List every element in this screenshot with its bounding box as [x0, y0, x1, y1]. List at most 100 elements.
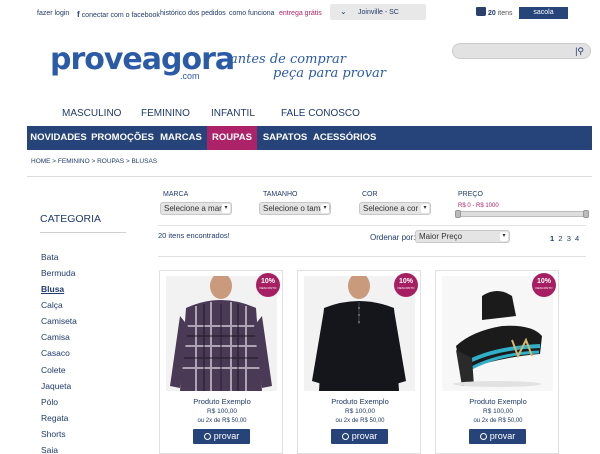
slogan-line-2: peça para provar: [273, 66, 387, 81]
filter-size-select[interactable]: Selecione o tamanho ▾: [259, 202, 331, 215]
city-selector[interactable]: ⌄ Joinville - SC: [330, 4, 426, 20]
divider: [40, 232, 126, 233]
chevron-down-icon: ▾: [222, 204, 230, 213]
try-on-label: provar: [351, 431, 378, 441]
main-nav-roupas[interactable]: ROUPAS: [207, 126, 257, 150]
product-price: R$ 100,00: [207, 408, 237, 415]
chevron-down-icon: ⌄: [340, 7, 347, 16]
product-card[interactable]: 10% DESCONTO Produto Exemplo R$ 100,00 o…: [297, 270, 421, 454]
sidebar-item-colete[interactable]: Colete: [41, 365, 66, 375]
main-nav-novidades[interactable]: NOVIDADES: [27, 126, 90, 150]
nav-fale-conosco[interactable]: FALE CONOSCO: [281, 108, 360, 119]
price-min-handle[interactable]: [455, 210, 461, 218]
product-name[interactable]: Produto Exemplo: [436, 397, 560, 406]
sidebar-item-calca[interactable]: Calça: [41, 300, 63, 310]
free-shipping-link[interactable]: entrega grátis: [279, 10, 322, 17]
location-pin-icon: [203, 433, 211, 440]
sort-label: Ordenar por:: [370, 233, 416, 242]
site-logo[interactable]: proveagora: [50, 42, 235, 77]
main-nav-sapatos[interactable]: SAPATOS: [257, 126, 313, 150]
chevron-down-icon: ▾: [321, 204, 329, 213]
product-installments: ou 2x de R$ 50,00: [473, 418, 523, 424]
chevron-down-icon: ▾: [421, 204, 429, 213]
cart-summary[interactable]: 20 itens: [476, 7, 513, 17]
main-nav-marcas[interactable]: MARCAS: [155, 126, 207, 150]
cart-count: 20: [488, 10, 496, 17]
how-it-works-link[interactable]: como funciona: [229, 10, 275, 17]
try-on-label: provar: [213, 431, 240, 441]
discount-badge: 10% DESCONTO: [394, 273, 418, 297]
top-bar: fazer login f conectar com o facebook his…: [0, 0, 600, 24]
sidebar-item-saia[interactable]: Saia: [41, 445, 58, 454]
pagination: 1 2 3 4: [550, 234, 579, 243]
sidebar-item-camisa[interactable]: Camisa: [41, 332, 70, 342]
search-input[interactable]: |⚲: [452, 43, 591, 59]
sidebar-item-polo[interactable]: Pólo: [41, 397, 58, 407]
facebook-connect-link[interactable]: f conectar com o facebook: [77, 10, 160, 19]
login-link[interactable]: fazer login: [37, 10, 69, 17]
sidebar-item-shorts[interactable]: Shorts: [41, 429, 66, 439]
main-nav-promocoes[interactable]: PROMOÇÕES: [90, 126, 155, 150]
try-on-button[interactable]: provar: [193, 429, 250, 444]
price-max-handle[interactable]: [583, 210, 589, 218]
order-history-link[interactable]: histórico dos pedidos: [160, 10, 226, 17]
page-1[interactable]: 1: [550, 234, 554, 243]
product-price: R$ 100,00: [483, 408, 513, 415]
sidebar-item-camiseta[interactable]: Camiseta: [41, 316, 77, 326]
nav-infantil[interactable]: INFANTIL: [211, 108, 255, 119]
facebook-icon: f: [77, 10, 80, 19]
product-installments: ou 2x de R$ 50,00: [335, 418, 385, 424]
product-card[interactable]: 10% DESCONTO Produto Exemplo R$ 100,00 o…: [159, 270, 283, 454]
sidebar-title: CATEGORIA: [40, 213, 102, 225]
filter-size-label: TAMANHO: [263, 191, 298, 198]
main-nav: NOVIDADES PROMOÇÕES MARCAS ROUPAS SAPATO…: [27, 126, 592, 150]
filter-brand-value: Selecione a marca: [164, 204, 231, 213]
page-3[interactable]: 3: [567, 234, 571, 243]
search-icon[interactable]: |⚲: [575, 46, 584, 57]
discount-label: DESCONTO: [259, 286, 277, 290]
filter-price-label: PREÇO: [458, 191, 483, 198]
sidebar-item-bata[interactable]: Bata: [41, 252, 59, 262]
filter-brand-label: MARCA: [163, 191, 189, 198]
discount-badge: 10% DESCONTO: [256, 273, 280, 297]
main-nav-acessorios[interactable]: ACESSÓRIOS: [313, 126, 376, 150]
nav-masculino[interactable]: MASCULINO: [62, 108, 121, 119]
product-name[interactable]: Produto Exemplo: [160, 397, 284, 406]
cart-unit: itens: [497, 10, 513, 17]
product-installments: ou 2x de R$ 50,00: [197, 418, 247, 424]
filter-color-select[interactable]: Selecione a cor ▾: [359, 202, 431, 215]
try-on-label: provar: [489, 431, 516, 441]
discount-label: DESCONTO: [535, 286, 553, 290]
product-name[interactable]: Produto Exemplo: [298, 397, 422, 406]
try-on-button[interactable]: provar: [331, 429, 388, 444]
sidebar-item-bermuda[interactable]: Bermuda: [41, 268, 76, 278]
filter-brand-select[interactable]: Selecione a marca ▾: [160, 202, 232, 215]
slogan-line-1: antes de comprar: [230, 52, 346, 67]
filter-color-value: Selecione a cor: [363, 204, 419, 213]
filter-price-value: R$ 0 - R$ 1000: [458, 203, 499, 209]
sidebar-item-regata[interactable]: Regata: [41, 413, 68, 423]
discount-badge: 10% DESCONTO: [532, 273, 556, 297]
sidebar-item-jaqueta[interactable]: Jaqueta: [41, 381, 71, 391]
product-price: R$ 100,00: [345, 408, 375, 415]
city-label: Joinville - SC: [358, 9, 399, 16]
price-range-slider[interactable]: [455, 210, 589, 218]
sort-select[interactable]: Maior Preço ▾: [415, 230, 510, 243]
facebook-connect-label: conectar com o facebook: [81, 12, 160, 19]
divider: [158, 256, 586, 257]
product-card[interactable]: 10% DESCONTO Produto Exemplo R$ 100,00 o…: [435, 270, 559, 454]
nav-feminino[interactable]: FEMININO: [141, 108, 190, 119]
sidebar-item-blusa[interactable]: Blusa: [41, 284, 64, 294]
try-on-button[interactable]: provar: [469, 429, 526, 444]
sidebar-item-casaco[interactable]: Casaco: [41, 348, 70, 358]
page-4[interactable]: 4: [575, 234, 579, 243]
breadcrumb[interactable]: HOME > FEMININO > ROUPAS > BLUSAS: [31, 158, 157, 165]
divider: [158, 225, 586, 226]
filter-color-label: COR: [362, 191, 378, 198]
location-pin-icon: [341, 433, 349, 440]
results-count: 20 itens encontrados!: [158, 231, 230, 240]
cart-button[interactable]: sacola: [519, 7, 568, 19]
shopping-bag-icon: [476, 7, 486, 16]
divider: [27, 176, 592, 177]
page-2[interactable]: 2: [558, 234, 562, 243]
